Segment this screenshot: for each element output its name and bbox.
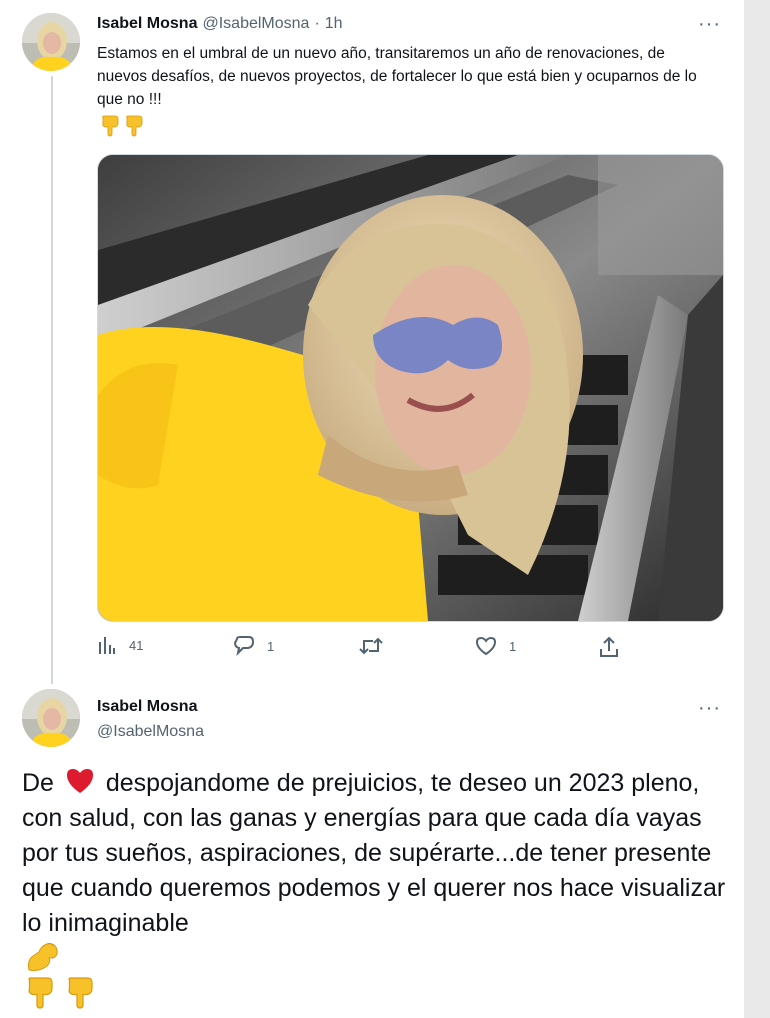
text-before-heart: De: [22, 769, 61, 797]
flexed-biceps-icon: [28, 942, 58, 971]
author-name[interactable]: Isabel Mosna: [97, 15, 197, 33]
tweet-actions: 41 1 1: [97, 636, 627, 664]
like-count: 1: [509, 638, 517, 654]
avatar-image: [22, 13, 80, 71]
more-options-button[interactable]: ···: [698, 14, 721, 34]
author-name[interactable]: Isabel Mosna: [97, 696, 204, 718]
avatar[interactable]: [22, 13, 80, 71]
pointing-down-row: [25, 976, 95, 1010]
red-heart-icon: [66, 769, 93, 793]
tweet-header: Isabel Mosna @IsabelMosna: [97, 696, 204, 743]
heart-outline-icon: [475, 636, 497, 656]
pointing-down-icon: [28, 977, 53, 1009]
more-options-button[interactable]: ···: [698, 698, 721, 718]
retweet-button[interactable]: [359, 636, 395, 656]
views-button[interactable]: 41: [97, 636, 143, 654]
views-count: 41: [129, 637, 144, 653]
analytics-icon: [99, 637, 115, 654]
avatar-image: [22, 689, 80, 747]
tweet-thread: Isabel Mosna @IsabelMosna · 1h ··· Estam…: [0, 0, 744, 1018]
tweet-text: Estamos en el umbral de un nuevo año, tr…: [97, 45, 697, 108]
retweet-icon: [359, 637, 383, 655]
author-handle[interactable]: @IsabelMosna: [202, 15, 309, 33]
tweet-text: De despojandome de prejuicios, te deseo …: [22, 766, 734, 941]
tweet-emojis: [25, 940, 95, 1010]
reply-count: 1: [267, 638, 275, 654]
tweet-timestamp[interactable]: 1h: [325, 15, 343, 33]
like-button[interactable]: 1: [475, 636, 516, 656]
share-icon: [600, 636, 618, 657]
reply-button[interactable]: 1: [233, 636, 274, 656]
selfie-on-escalator-image: [98, 155, 723, 621]
share-button[interactable]: [599, 636, 619, 658]
thread-connector-line: [51, 76, 53, 684]
avatar[interactable]: [22, 689, 80, 747]
pointing-down-icon: [102, 115, 119, 137]
pointing-down-icon: [126, 115, 143, 137]
tweet-header: Isabel Mosna @IsabelMosna · 1h: [97, 13, 343, 35]
text-after-heart: despojandome de prejuicios, te deseo un …: [22, 769, 726, 937]
tweet-emojis: [100, 115, 144, 137]
author-handle[interactable]: @IsabelMosna: [97, 721, 204, 743]
pointing-down-icon: [68, 977, 93, 1009]
header-separator: ·: [314, 15, 320, 32]
tweet-photo[interactable]: [97, 154, 724, 622]
reply-icon: [233, 636, 255, 656]
